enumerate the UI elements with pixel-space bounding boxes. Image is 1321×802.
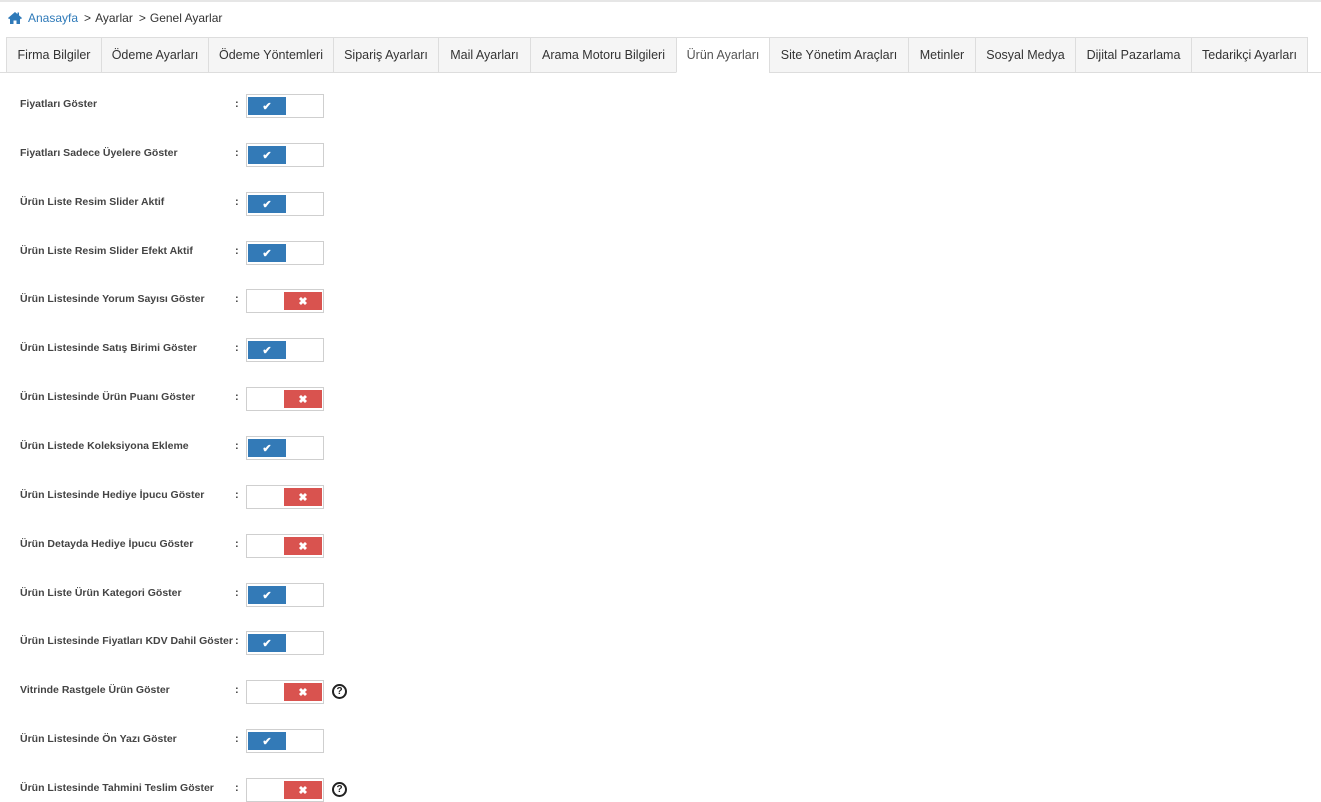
setting-toggle[interactable]: ✔ [246, 143, 324, 167]
setting-colon: : [235, 635, 239, 647]
setting-toggle[interactable]: ✔ [246, 631, 324, 655]
check-icon: ✔ [248, 195, 286, 213]
check-icon: ✔ [248, 634, 286, 652]
help-icon[interactable]: ? [332, 782, 347, 797]
setting-toggle[interactable]: ✔ [246, 729, 324, 753]
setting-colon: : [235, 98, 239, 110]
setting-toggle[interactable]: ✔ [246, 192, 324, 216]
setting-row: Ürün Listede Koleksiyona Ekleme: ✔ [0, 436, 600, 460]
setting-label: Vitrinde Rastgele Ürün Göster [20, 684, 170, 696]
setting-row: Fiyatları Sadece Üyelere Göster: ✔ [0, 143, 600, 167]
breadcrumb-separator: > [84, 11, 92, 25]
setting-label: Ürün Listesinde Ürün Puanı Göster [20, 391, 196, 403]
tab-site-yönetim-araçları[interactable]: Site Yönetim Araçları [769, 37, 908, 73]
check-icon: ✔ [248, 439, 286, 457]
setting-toggle[interactable]: ✖ [246, 778, 324, 802]
setting-label: Ürün Listesinde Fiyatları KDV Dahil Göst… [20, 635, 233, 647]
check-icon: ✔ [248, 341, 286, 359]
tab-ödeme-ayarları[interactable]: Ödeme Ayarları [101, 37, 208, 73]
setting-colon: : [235, 440, 239, 452]
breadcrumb-item-settings[interactable]: Ayarlar [95, 11, 133, 25]
setting-colon: : [235, 342, 239, 354]
setting-toggle[interactable]: ✔ [246, 583, 324, 607]
setting-colon: : [235, 733, 239, 745]
tab-metinler[interactable]: Metinler [908, 37, 975, 73]
setting-label: Ürün Liste Ürün Kategori Göster [20, 587, 182, 599]
setting-label: Fiyatları Göster [20, 98, 98, 110]
setting-label: Ürün Listesinde Ön Yazı Göster [20, 733, 177, 745]
setting-toggle[interactable]: ✖ [246, 680, 324, 704]
setting-row: Ürün Listesinde Yorum Sayısı Göster: ✖ [0, 289, 600, 313]
setting-row: Ürün Detayda Hediye İpucu Göster: ✖ [0, 534, 600, 558]
breadcrumb: Anasayfa > Ayarlar > Genel Ayarlar [7, 9, 222, 27]
cross-icon: ✖ [284, 781, 322, 799]
setting-toggle[interactable]: ✔ [246, 338, 324, 362]
breadcrumb-home-link[interactable]: Anasayfa [28, 11, 78, 25]
setting-label: Ürün Listesinde Tahmini Teslim Göster [20, 782, 214, 794]
setting-label: Ürün Listesinde Hediye İpucu Göster [20, 489, 205, 501]
setting-row: Ürün Liste Ürün Kategori Göster: ✔ [0, 583, 600, 607]
setting-row: Ürün Listesinde Hediye İpucu Göster: ✖ [0, 485, 600, 509]
setting-label: Fiyatları Sadece Üyelere Göster [20, 147, 178, 159]
tab-ürün-ayarları[interactable]: Ürün Ayarları [676, 37, 769, 73]
setting-colon: : [235, 245, 239, 257]
tab-sosyal-medya[interactable]: Sosyal Medya [975, 37, 1075, 73]
tab-firma-bilgiler[interactable]: Firma Bilgiler [6, 37, 101, 73]
setting-toggle[interactable]: ✖ [246, 485, 324, 509]
setting-row: Ürün Listesinde Tahmini Teslim Göster: ✖? [0, 778, 600, 802]
setting-toggle[interactable]: ✔ [246, 436, 324, 460]
setting-toggle[interactable]: ✖ [246, 289, 324, 313]
check-icon: ✔ [248, 97, 286, 115]
setting-row: Vitrinde Rastgele Ürün Göster: ✖? [0, 680, 600, 704]
cross-icon: ✖ [284, 292, 322, 310]
setting-row: Ürün Liste Resim Slider Efekt Aktif: ✔ [0, 241, 600, 265]
setting-toggle[interactable]: ✔ [246, 94, 324, 118]
tab-dijital-pazarlama[interactable]: Dijital Pazarlama [1075, 37, 1191, 73]
setting-colon: : [235, 489, 239, 501]
setting-label: Ürün Liste Resim Slider Aktif [20, 196, 165, 208]
tab-ödeme-yöntemleri[interactable]: Ödeme Yöntemleri [208, 37, 333, 73]
check-icon: ✔ [248, 732, 286, 750]
setting-row: Ürün Listesinde Satış Birimi Göster: ✔ [0, 338, 600, 362]
setting-colon: : [235, 147, 239, 159]
setting-toggle[interactable]: ✔ [246, 241, 324, 265]
setting-label: Ürün Listesinde Satış Birimi Göster [20, 342, 197, 354]
setting-row: Ürün Listesinde Fiyatları KDV Dahil Göst… [0, 631, 600, 655]
tab-arama-motoru-bilgileri[interactable]: Arama Motoru Bilgileri [530, 37, 676, 73]
cross-icon: ✖ [284, 683, 322, 701]
top-divider [0, 0, 1321, 2]
setting-colon: : [235, 196, 239, 208]
cross-icon: ✖ [284, 390, 322, 408]
setting-label: Ürün Detayda Hediye İpucu Göster [20, 538, 194, 550]
tab-sipariş-ayarları[interactable]: Sipariş Ayarları [333, 37, 438, 73]
setting-label: Ürün Listede Koleksiyona Ekleme [20, 440, 189, 452]
check-icon: ✔ [248, 586, 286, 604]
cross-icon: ✖ [284, 537, 322, 555]
cross-icon: ✖ [284, 488, 322, 506]
setting-colon: : [235, 391, 239, 403]
breadcrumb-item-general-settings: Genel Ayarlar [149, 11, 223, 25]
setting-colon: : [235, 538, 239, 550]
setting-row: Ürün Listesinde Ön Yazı Göster: ✔ [0, 729, 600, 753]
setting-colon: : [235, 684, 239, 696]
setting-row: Ürün Listesinde Ürün Puanı Göster: ✖ [0, 387, 600, 411]
tab-tedarikçi-ayarları[interactable]: Tedarikçi Ayarları [1191, 37, 1308, 73]
setting-colon: : [235, 782, 239, 794]
setting-row: Ürün Liste Resim Slider Aktif: ✔ [0, 192, 600, 216]
setting-colon: : [235, 587, 239, 599]
breadcrumb-separator: > [138, 11, 146, 25]
help-icon[interactable]: ? [332, 684, 347, 699]
setting-toggle[interactable]: ✖ [246, 387, 324, 411]
settings-tabs: Firma Bilgiler Ödeme Ayarları Ödeme Yöntem… [6, 37, 1308, 73]
setting-label: Ürün Liste Resim Slider Efekt Aktif [20, 245, 193, 257]
home-icon[interactable] [7, 11, 23, 25]
check-icon: ✔ [248, 146, 286, 164]
setting-label: Ürün Listesinde Yorum Sayısı Göster [20, 293, 205, 305]
setting-row: Fiyatları Göster: ✔ [0, 94, 600, 118]
setting-toggle[interactable]: ✖ [246, 534, 324, 558]
check-icon: ✔ [248, 244, 286, 262]
setting-colon: : [235, 293, 239, 305]
tab-mail-ayarları[interactable]: Mail Ayarları [438, 37, 530, 73]
